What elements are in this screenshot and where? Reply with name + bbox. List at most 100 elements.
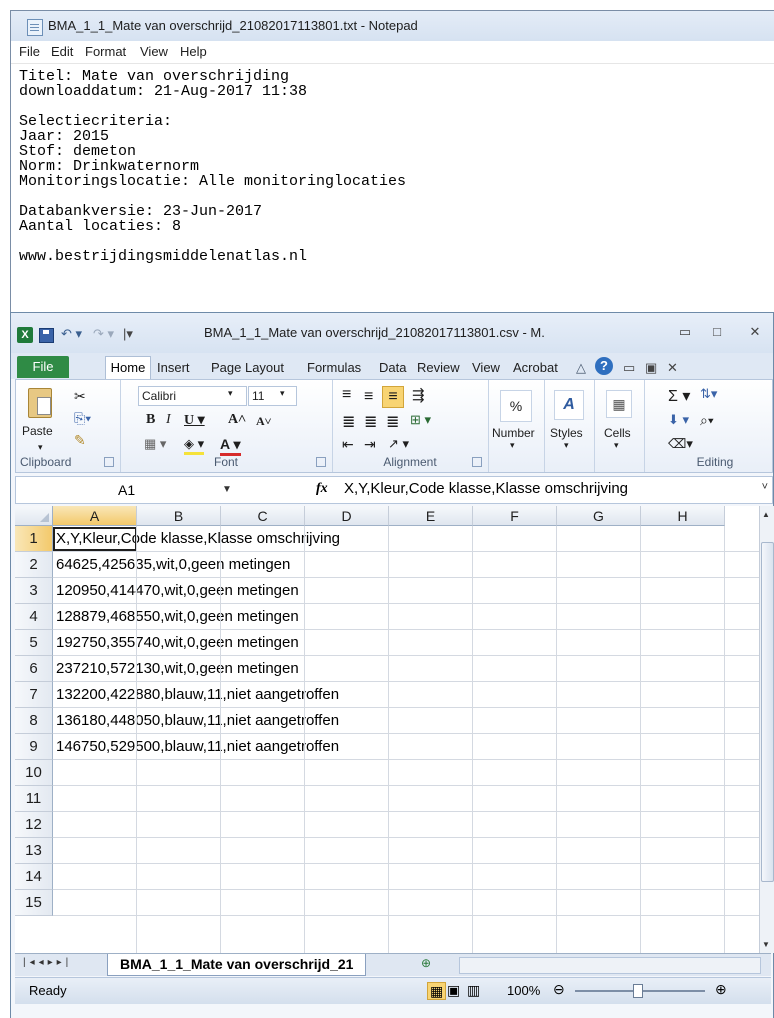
menu-help[interactable]: Help	[180, 44, 207, 59]
zoom-level[interactable]: 100%	[507, 983, 540, 998]
zoom-slider-thumb[interactable]	[633, 984, 643, 998]
row-header[interactable]: 2	[15, 552, 53, 578]
bold-icon[interactable]: B	[146, 412, 155, 428]
name-box[interactable]: A1 ▼	[24, 479, 244, 501]
row-header[interactable]: 9	[15, 734, 53, 760]
cells-icon[interactable]: ▦	[606, 390, 632, 418]
column-header-f[interactable]: F	[473, 506, 557, 526]
merge-center-icon[interactable]: ⊞ ▾	[410, 412, 431, 428]
customize-quick-access-icon[interactable]: |▾	[123, 326, 133, 342]
clear-icon[interactable]: ⌫▾	[668, 436, 693, 452]
horizontal-scrollbar[interactable]	[459, 957, 761, 974]
cells-dropdown-icon[interactable]: ▾	[614, 440, 619, 451]
row-header[interactable]: 3	[15, 578, 53, 604]
grow-font-icon[interactable]: A˄	[228, 412, 246, 428]
insert-sheet-icon[interactable]: ⊕	[421, 956, 431, 970]
row-header[interactable]: 7	[15, 682, 53, 708]
font-color-icon[interactable]: A ▾	[220, 436, 241, 456]
zoom-out-icon[interactable]: ⊖	[553, 981, 565, 998]
page-layout-view-icon[interactable]: ▣	[447, 982, 460, 998]
copy-icon[interactable]: ⎘▾	[74, 410, 91, 427]
tab-page-layout[interactable]: Page Layout	[211, 360, 284, 375]
italic-icon[interactable]: I	[166, 412, 171, 428]
close-icon[interactable]: ✕	[745, 323, 765, 341]
column-header-c[interactable]: C	[221, 506, 305, 526]
row-header[interactable]: 15	[15, 890, 53, 916]
redo-icon[interactable]: ↷ ▾	[93, 326, 114, 342]
row-header[interactable]: 4	[15, 604, 53, 630]
wrap-text-icon[interactable]: ⇶	[412, 386, 425, 404]
cell-a3[interactable]: 120950,414470,wit,0,geen metingen	[56, 578, 299, 604]
workbook-minimize-icon[interactable]: ▭	[623, 360, 635, 376]
number-label[interactable]: Number	[492, 426, 535, 440]
font-name-dropdown-icon[interactable]: ▾	[228, 388, 233, 399]
group-cells[interactable]: ▦ Cells ▾	[594, 380, 645, 472]
row-header[interactable]: 13	[15, 838, 53, 864]
align-top-icon[interactable]: ≡	[342, 386, 351, 404]
menu-edit[interactable]: Edit	[51, 44, 73, 59]
save-icon[interactable]	[39, 328, 54, 343]
tab-formulas[interactable]: Formulas	[307, 360, 361, 375]
row-header[interactable]: 5	[15, 630, 53, 656]
row-header[interactable]: 11	[15, 786, 53, 812]
decrease-indent-icon[interactable]: ⇤	[342, 436, 354, 453]
tab-file[interactable]: File	[17, 356, 69, 378]
maximize-icon[interactable]: □	[707, 323, 727, 341]
paste-icon[interactable]	[28, 388, 52, 418]
worksheet-grid[interactable]: ABCDEFGH 1 X,Y,Kleur,Code klasse,Klasse o…	[15, 506, 759, 953]
vertical-scroll-thumb[interactable]	[761, 542, 774, 882]
sheet-nav-icons[interactable]: |◂◂▸▸|	[23, 957, 72, 968]
row-header[interactable]: 6	[15, 656, 53, 682]
column-header-e[interactable]: E	[389, 506, 473, 526]
column-header-g[interactable]: G	[557, 506, 641, 526]
tab-view[interactable]: View	[472, 360, 500, 375]
font-size-dropdown-icon[interactable]: ▾	[280, 388, 285, 399]
minimize-icon[interactable]: ▭	[675, 323, 695, 341]
formula-content[interactable]: X,Y,Kleur,Code klasse,Klasse omschrijvin…	[344, 480, 628, 497]
cells-label[interactable]: Cells	[604, 426, 631, 440]
normal-view-icon[interactable]: ▦	[427, 982, 447, 1000]
workbook-close-icon[interactable]: ✕	[667, 360, 678, 376]
number-dropdown-icon[interactable]: ▾	[510, 440, 515, 451]
styles-icon[interactable]: A	[554, 390, 584, 420]
menu-format[interactable]: Format	[85, 44, 126, 59]
workbook-restore-icon[interactable]: ▣	[645, 360, 657, 376]
column-header-h[interactable]: H	[641, 506, 725, 526]
underline-icon[interactable]: U ▾	[184, 412, 205, 429]
align-middle-icon[interactable]: ≡	[364, 388, 373, 406]
font-launcher-icon[interactable]	[316, 457, 326, 467]
align-right-icon[interactable]: ≣	[386, 412, 399, 432]
tab-data[interactable]: Data	[379, 360, 406, 375]
paste-button[interactable]: Paste	[22, 424, 53, 438]
group-number[interactable]: % Number ▾	[488, 380, 545, 472]
row-header[interactable]: 14	[15, 864, 53, 890]
minimize-ribbon-icon[interactable]: △	[576, 360, 586, 376]
paste-dropdown-icon[interactable]: ▾	[38, 442, 43, 453]
alignment-launcher-icon[interactable]	[472, 457, 482, 467]
vertical-scrollbar[interactable]: ▲ ▼	[759, 506, 774, 953]
row-header[interactable]: 12	[15, 812, 53, 838]
tab-home[interactable]: Home	[105, 356, 151, 380]
align-left-icon[interactable]: ≣	[342, 412, 355, 432]
orientation-icon[interactable]: ↗ ▾	[388, 436, 409, 452]
page-break-view-icon[interactable]: ▥	[467, 982, 480, 998]
undo-icon[interactable]: ↶ ▾	[61, 326, 82, 342]
menu-view[interactable]: View	[140, 44, 168, 59]
cell-a2[interactable]: 64625,425635,wit,0,geen metingen	[56, 552, 290, 578]
row-header[interactable]: 10	[15, 760, 53, 786]
fill-icon[interactable]: ⬇ ▾	[668, 412, 689, 428]
active-cell[interactable]	[53, 527, 137, 551]
menu-file[interactable]: File	[19, 44, 40, 59]
tab-review[interactable]: Review	[417, 360, 460, 375]
name-box-dropdown-icon[interactable]: ▼	[222, 479, 232, 501]
notepad-title-bar[interactable]: BMA_1_1_Mate van overschrijd_21082017113…	[11, 11, 774, 41]
group-styles[interactable]: A Styles ▾	[544, 380, 595, 472]
format-painter-icon[interactable]: ✎	[74, 432, 86, 449]
cell-a5[interactable]: 192750,355740,wit,0,geen metingen	[56, 630, 299, 656]
row-header[interactable]: 1	[15, 526, 53, 552]
help-icon[interactable]: ?	[595, 357, 613, 375]
borders-icon[interactable]: ▦ ▾	[144, 436, 166, 452]
insert-function-icon[interactable]: fx	[316, 481, 328, 497]
increase-indent-icon[interactable]: ⇥	[364, 436, 376, 453]
cut-icon[interactable]: ✂	[74, 388, 86, 405]
